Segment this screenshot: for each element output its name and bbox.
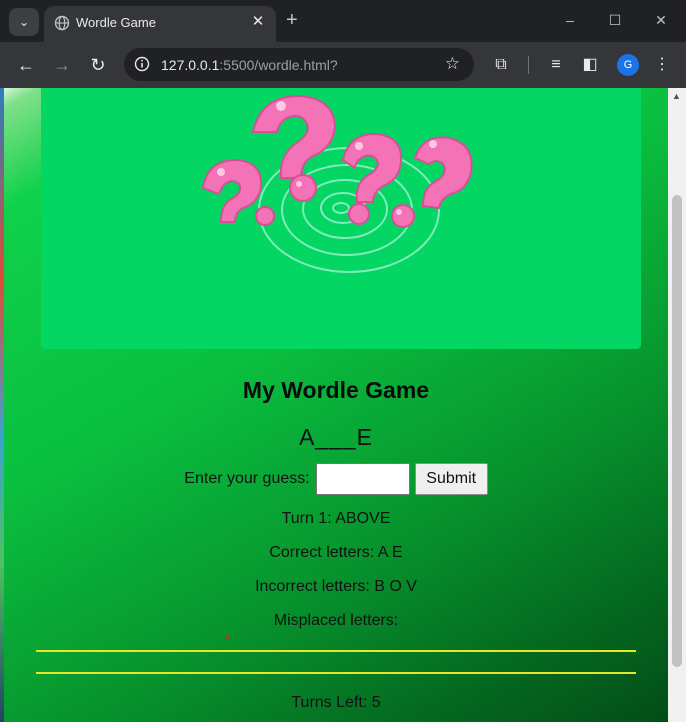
correct-letters: Correct letters: A E (269, 544, 403, 561)
masked-word: A___E (298, 424, 374, 450)
question-marks-illustration (201, 94, 473, 273)
turn-result: Turn 1: ABOVE (281, 510, 391, 527)
profile-avatar[interactable]: G (617, 54, 639, 76)
scroll-thumb[interactable] (672, 195, 682, 667)
url-host: 127.0.0.1 (161, 57, 220, 73)
close-tab-icon[interactable]: ✕ (248, 12, 268, 32)
tab-title: Wordle Game (76, 15, 156, 30)
tab-search-button[interactable]: ⌄ (9, 8, 39, 36)
site-info-icon[interactable] (134, 56, 150, 72)
vertical-scrollbar[interactable]: ▲ (668, 88, 686, 722)
media-controls-icon[interactable]: ≡ (545, 54, 567, 76)
guess-input[interactable] (315, 463, 410, 495)
submit-button[interactable]: Submit (414, 463, 488, 495)
page-title: My Wordle Game (242, 377, 430, 403)
url-text[interactable]: 127.0.0.1:5500/wordle.html? (161, 57, 338, 73)
turns-left: Turns Left: 5 (291, 694, 381, 711)
divider-bottom (36, 672, 636, 674)
maximize-icon[interactable]: ☐ (600, 8, 630, 32)
page-content: My Wordle Game A___E Enter your guess: S… (4, 88, 668, 722)
reload-icon[interactable]: ↻ (85, 52, 111, 78)
extensions-icon[interactable]: ⧉ (490, 54, 512, 76)
toolbar-divider (528, 56, 529, 74)
scroll-up-icon[interactable]: ▲ (672, 91, 681, 101)
browser-toolbar: ← → ↻ 127.0.0.1:5500/wordle.html? ☆ ⧉ ≡ … (0, 42, 686, 88)
chevron-down-icon: ⌄ (18, 15, 30, 29)
url-path: :5500/wordle.html? (219, 57, 338, 73)
bookmark-star-icon[interactable]: ☆ (445, 54, 460, 74)
forward-arrow-icon[interactable]: → (49, 52, 75, 78)
guess-label: Enter your guess: (184, 470, 310, 487)
address-bar[interactable]: 127.0.0.1:5500/wordle.html? ☆ (124, 48, 474, 81)
incorrect-letters: Incorrect letters: B O V (255, 578, 417, 595)
globe-icon (54, 15, 70, 31)
minimize-icon[interactable]: – (555, 8, 585, 32)
hero-image (41, 88, 641, 349)
new-tab-icon[interactable]: + (286, 10, 298, 30)
more-menu-icon[interactable]: ⋮ (651, 54, 673, 76)
close-window-icon[interactable]: ✕ (646, 8, 676, 32)
back-arrow-icon[interactable]: ← (13, 52, 39, 78)
guess-form: Enter your guess: Submit (4, 463, 668, 495)
tab-strip: ⌄ Wordle Game ✕ + – ☐ ✕ (0, 0, 686, 42)
divider-top (36, 650, 636, 652)
misplaced-letters: Misplaced letters: (273, 612, 399, 629)
tab-wordle-game[interactable]: Wordle Game ✕ (44, 6, 276, 42)
dot-marker (226, 636, 229, 639)
side-panel-icon[interactable]: ◧ (579, 54, 601, 76)
